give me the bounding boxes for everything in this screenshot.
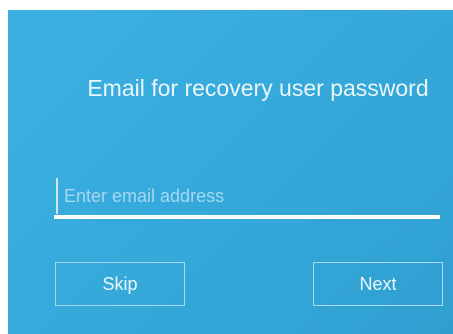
recovery-title: Email for recovery user password bbox=[87, 75, 429, 101]
recovery-email-panel: Email for recovery user password Skip Ne… bbox=[8, 10, 453, 334]
skip-button[interactable]: Skip bbox=[55, 262, 185, 306]
email-field-underline bbox=[54, 215, 440, 219]
next-button[interactable]: Next bbox=[313, 262, 443, 306]
email-field[interactable] bbox=[56, 178, 444, 214]
